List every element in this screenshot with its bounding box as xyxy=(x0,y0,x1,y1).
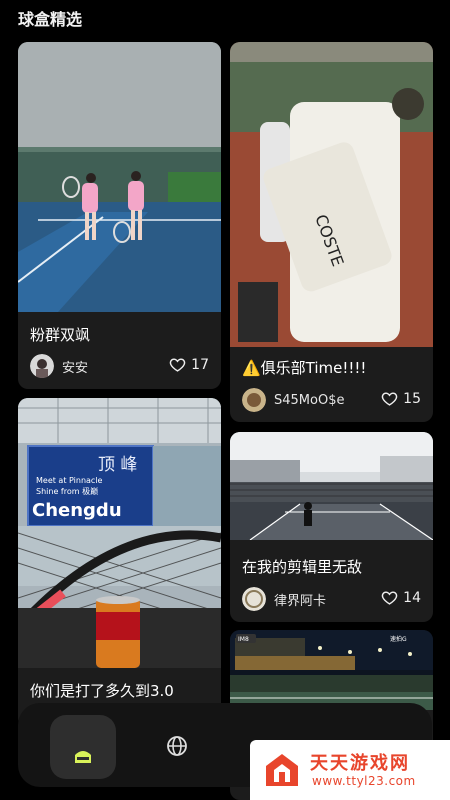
post-photo xyxy=(230,432,433,540)
author-name: 安安 xyxy=(62,360,89,376)
like-count: 17 xyxy=(191,356,209,373)
heart-icon xyxy=(381,591,398,605)
photo-badge-right: 速拍G xyxy=(390,635,407,643)
section-title: 球盒精选 xyxy=(18,10,83,29)
watermark: 天天游戏网 www.ttyl23.com xyxy=(250,740,450,800)
banner-city: Chengdu xyxy=(32,500,122,521)
post-title: 在我的剪辑里无敌 xyxy=(242,558,363,576)
post-title: 你们是打了多久到3.0 xyxy=(30,682,174,700)
photo-badge-left: IM8 xyxy=(238,636,249,643)
heart-icon xyxy=(381,392,398,406)
post-card[interactable]: COSTE ⚠️俱乐部Time!!!! S45MoO$e 15 xyxy=(230,42,433,422)
banner-big-chars: 顶 峰 xyxy=(98,455,137,475)
author-name: 律界阿卡 xyxy=(274,593,327,609)
heart-icon xyxy=(169,358,186,372)
post-author[interactable]: 安安 xyxy=(30,354,88,378)
like-count: 15 xyxy=(403,390,421,407)
avatar xyxy=(242,388,266,412)
banner-line1: Meet at Pinnacle xyxy=(36,476,103,485)
post-photo xyxy=(18,42,221,312)
watermark-url: www.ttyl23.com xyxy=(312,774,416,788)
like-count: 14 xyxy=(403,589,421,606)
watermark-logo xyxy=(266,754,298,786)
post-card[interactable]: 粉群双飒 安安 17 xyxy=(18,42,221,389)
post-title: ⚠️俱乐部Time!!!! xyxy=(242,359,367,377)
post-title: 粉群双飒 xyxy=(30,326,91,344)
tab-home[interactable] xyxy=(50,715,116,779)
avatar xyxy=(242,587,266,611)
post-photo: Meet at Pinnacle Shine from 极巅 Chengdu 顶… xyxy=(18,398,221,668)
post-author[interactable]: S45MoO$e xyxy=(242,388,344,412)
post-photo: IM8 速拍G xyxy=(230,630,433,710)
avatar xyxy=(30,354,54,378)
banner-line2: Shine from 极巅 xyxy=(36,486,98,496)
post-card[interactable]: Meet at Pinnacle Shine from 极巅 Chengdu 顶… xyxy=(18,398,221,728)
like-button[interactable]: 14 xyxy=(381,589,421,606)
post-card[interactable]: 在我的剪辑里无敌 律界阿卡 14 xyxy=(230,432,433,622)
post-photo: COSTE xyxy=(230,42,433,347)
post-author[interactable]: 律界阿卡 xyxy=(242,587,326,611)
like-button[interactable]: 17 xyxy=(169,356,209,373)
screen: 球盒精选 粉群双飒 安安 17 COSTE ⚠️俱乐部Time!!!! S45M… xyxy=(0,0,450,800)
watermark-name: 天天游戏网 xyxy=(310,753,410,774)
globe-icon[interactable] xyxy=(166,735,188,757)
home-icon xyxy=(75,751,91,763)
like-button[interactable]: 15 xyxy=(381,390,421,407)
author-name: S45MoO$e xyxy=(274,392,345,408)
